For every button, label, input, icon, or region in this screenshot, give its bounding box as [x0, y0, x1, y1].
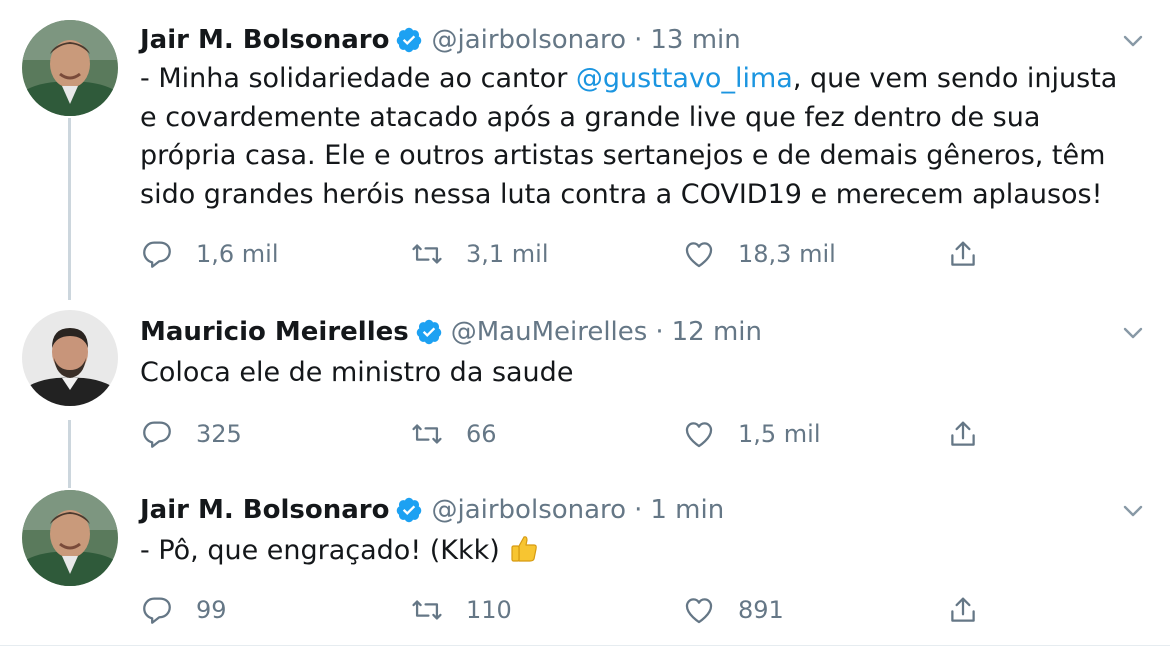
verified-badge-icon — [415, 318, 443, 346]
avatar[interactable] — [22, 310, 118, 406]
separator: · — [634, 495, 643, 525]
separator: · — [634, 25, 643, 55]
tweet-actions: 325 66 1,5 mil — [140, 414, 1140, 454]
divider — [0, 645, 1170, 646]
reply-count: 1,6 mil — [196, 240, 279, 268]
mention-link[interactable]: @gusttavo_lima — [576, 63, 793, 94]
thumbs-up-emoji-icon — [508, 533, 540, 565]
retweet-count: 110 — [466, 596, 512, 624]
tweet-text: - Minha solidariedade ao cantor @gusttav… — [140, 60, 1140, 214]
timestamp[interactable]: 12 min — [672, 310, 762, 354]
share-icon — [946, 593, 980, 627]
verified-badge-icon — [395, 26, 423, 54]
verified-badge-icon — [395, 496, 423, 524]
heart-icon — [682, 417, 716, 451]
share-button[interactable] — [946, 414, 1002, 454]
like-count: 1,5 mil — [738, 420, 821, 448]
timestamp[interactable]: 13 min — [650, 18, 740, 62]
chevron-down-icon[interactable] — [1118, 26, 1148, 56]
reply-button[interactable]: 325 — [140, 414, 242, 454]
reply-icon — [140, 237, 174, 271]
share-icon — [946, 417, 980, 451]
reply-icon — [140, 593, 174, 627]
tweet-text-part: - Pô, que engraçado! (Kkk) — [140, 535, 500, 566]
share-button[interactable] — [946, 590, 1002, 630]
retweet-button[interactable]: 110 — [410, 590, 512, 630]
like-count: 891 — [738, 596, 784, 624]
tweet-thread: Jair M. Bolsonaro @jairbolsonaro · 13 mi… — [0, 0, 1170, 649]
reply-button[interactable]: 1,6 mil — [140, 234, 279, 274]
tweet-text: Coloca ele de ministro da saude — [140, 357, 574, 388]
retweet-icon — [410, 417, 444, 451]
tweet-header: Jair M. Bolsonaro @jairbolsonaro · 13 mi… — [140, 18, 741, 62]
like-button[interactable]: 18,3 mil — [682, 234, 836, 274]
like-button[interactable]: 1,5 mil — [682, 414, 821, 454]
heart-icon — [682, 237, 716, 271]
share-button[interactable] — [946, 234, 1002, 274]
timestamp[interactable]: 1 min — [650, 488, 724, 532]
tweet[interactable]: Mauricio Meirelles @MauMeirelles · 12 mi… — [0, 310, 1170, 470]
tweet-text: - Pô, que engraçado! (Kkk) — [140, 532, 1140, 571]
heart-icon — [682, 593, 716, 627]
author-name[interactable]: Jair M. Bolsonaro — [140, 488, 389, 532]
reply-icon — [140, 417, 174, 451]
retweet-count: 66 — [466, 420, 497, 448]
author-handle[interactable]: @MauMeirelles — [451, 310, 648, 354]
retweet-count: 3,1 mil — [466, 240, 549, 268]
tweet[interactable]: Jair M. Bolsonaro @jairbolsonaro · 13 mi… — [0, 18, 1170, 288]
author-handle[interactable]: @jairbolsonaro — [431, 488, 626, 532]
reply-count: 99 — [196, 596, 227, 624]
tweet-text-part: - Minha solidariedade ao cantor — [140, 63, 576, 94]
retweet-button[interactable]: 66 — [410, 414, 497, 454]
separator: · — [655, 317, 664, 347]
reply-button[interactable]: 99 — [140, 590, 227, 630]
reply-count: 325 — [196, 420, 242, 448]
avatar[interactable] — [22, 490, 118, 586]
like-count: 18,3 mil — [738, 240, 836, 268]
tweet-actions: 1,6 mil 3,1 mil 18,3 mil — [140, 234, 1140, 274]
tweet-actions: 99 110 891 — [140, 590, 1140, 630]
chevron-down-icon[interactable] — [1118, 318, 1148, 348]
author-handle[interactable]: @jairbolsonaro — [431, 18, 626, 62]
like-button[interactable]: 891 — [682, 590, 784, 630]
share-icon — [946, 237, 980, 271]
tweet[interactable]: Jair M. Bolsonaro @jairbolsonaro · 1 min… — [0, 488, 1170, 638]
author-name[interactable]: Mauricio Meirelles — [140, 310, 409, 354]
chevron-down-icon[interactable] — [1118, 496, 1148, 526]
author-name[interactable]: Jair M. Bolsonaro — [140, 18, 389, 62]
tweet-header: Mauricio Meirelles @MauMeirelles · 12 mi… — [140, 310, 762, 354]
avatar[interactable] — [22, 20, 118, 116]
retweet-icon — [410, 593, 444, 627]
retweet-icon — [410, 237, 444, 271]
retweet-button[interactable]: 3,1 mil — [410, 234, 549, 274]
tweet-header: Jair M. Bolsonaro @jairbolsonaro · 1 min — [140, 488, 724, 532]
